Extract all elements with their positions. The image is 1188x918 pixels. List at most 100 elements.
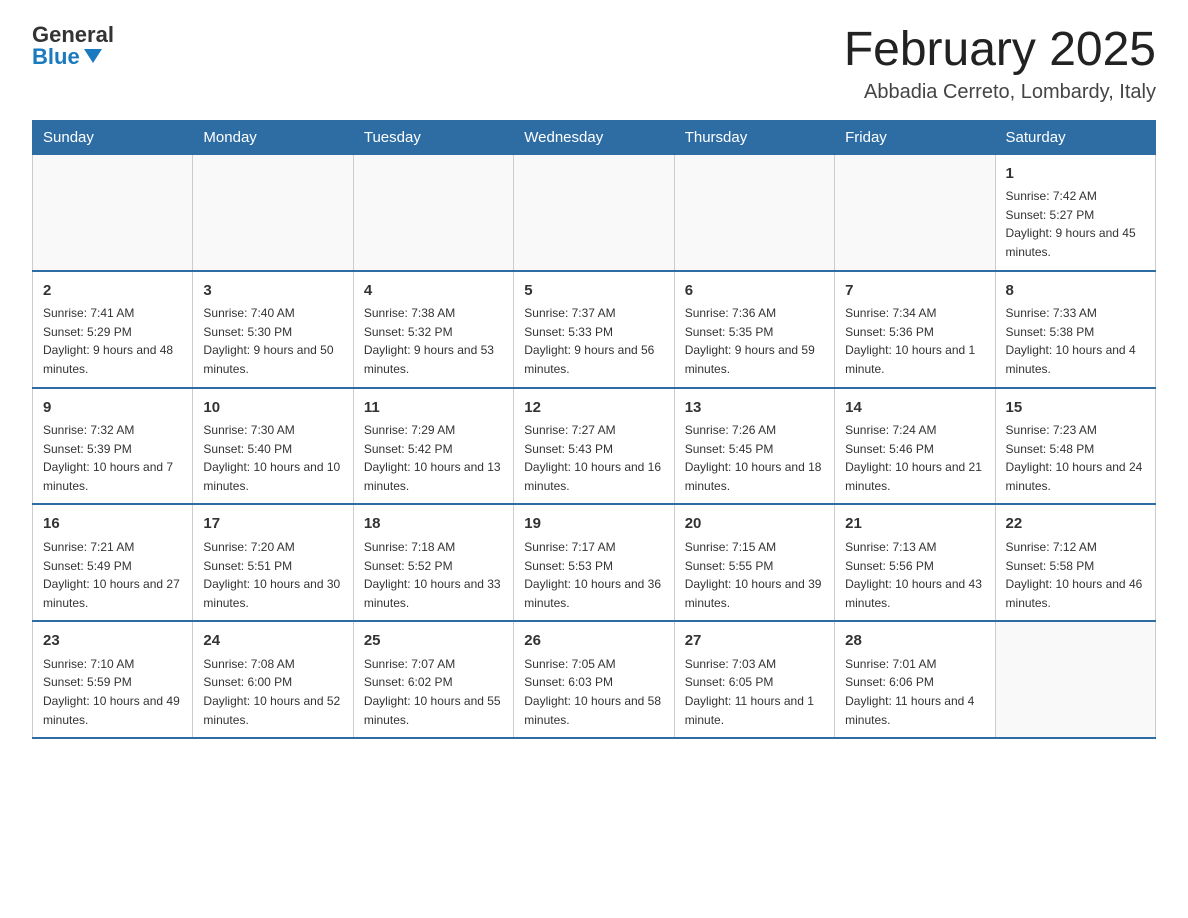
- day-cell: 11Sunrise: 7:29 AMSunset: 5:42 PMDayligh…: [353, 388, 513, 505]
- week-row-3: 16Sunrise: 7:21 AMSunset: 5:49 PMDayligh…: [33, 504, 1156, 621]
- day-cell: [353, 154, 513, 270]
- day-cell: [835, 154, 995, 270]
- month-title: February 2025: [844, 24, 1156, 77]
- day-number: 10: [203, 397, 342, 420]
- day-cell: 17Sunrise: 7:20 AMSunset: 5:51 PMDayligh…: [193, 504, 353, 621]
- col-thursday: Thursday: [674, 120, 834, 154]
- day-info: Sunrise: 7:26 AMSunset: 5:45 PMDaylight:…: [685, 421, 824, 495]
- day-number: 12: [524, 397, 663, 420]
- day-cell: [193, 154, 353, 270]
- day-info: Sunrise: 7:41 AMSunset: 5:29 PMDaylight:…: [43, 304, 182, 378]
- day-info: Sunrise: 7:42 AMSunset: 5:27 PMDaylight:…: [1006, 187, 1145, 261]
- day-cell: 20Sunrise: 7:15 AMSunset: 5:55 PMDayligh…: [674, 504, 834, 621]
- day-info: Sunrise: 7:30 AMSunset: 5:40 PMDaylight:…: [203, 421, 342, 495]
- day-info: Sunrise: 7:18 AMSunset: 5:52 PMDaylight:…: [364, 538, 503, 612]
- day-info: Sunrise: 7:37 AMSunset: 5:33 PMDaylight:…: [524, 304, 663, 378]
- day-cell: 28Sunrise: 7:01 AMSunset: 6:06 PMDayligh…: [835, 621, 995, 738]
- col-tuesday: Tuesday: [353, 120, 513, 154]
- logo-blue-text: Blue: [32, 46, 102, 68]
- day-number: 15: [1006, 397, 1145, 420]
- day-info: Sunrise: 7:32 AMSunset: 5:39 PMDaylight:…: [43, 421, 182, 495]
- day-cell: 18Sunrise: 7:18 AMSunset: 5:52 PMDayligh…: [353, 504, 513, 621]
- day-number: 27: [685, 630, 824, 653]
- day-cell: 25Sunrise: 7:07 AMSunset: 6:02 PMDayligh…: [353, 621, 513, 738]
- day-cell: 3Sunrise: 7:40 AMSunset: 5:30 PMDaylight…: [193, 271, 353, 388]
- day-info: Sunrise: 7:21 AMSunset: 5:49 PMDaylight:…: [43, 538, 182, 612]
- day-cell: 22Sunrise: 7:12 AMSunset: 5:58 PMDayligh…: [995, 504, 1155, 621]
- title-section: February 2025 Abbadia Cerreto, Lombardy,…: [844, 24, 1156, 104]
- header-row: Sunday Monday Tuesday Wednesday Thursday…: [33, 120, 1156, 154]
- week-row-2: 9Sunrise: 7:32 AMSunset: 5:39 PMDaylight…: [33, 388, 1156, 505]
- day-number: 4: [364, 280, 503, 303]
- day-number: 19: [524, 513, 663, 536]
- col-wednesday: Wednesday: [514, 120, 674, 154]
- day-number: 7: [845, 280, 984, 303]
- day-info: Sunrise: 7:10 AMSunset: 5:59 PMDaylight:…: [43, 655, 182, 729]
- week-row-0: 1Sunrise: 7:42 AMSunset: 5:27 PMDaylight…: [33, 154, 1156, 270]
- day-number: 23: [43, 630, 182, 653]
- day-info: Sunrise: 7:29 AMSunset: 5:42 PMDaylight:…: [364, 421, 503, 495]
- day-info: Sunrise: 7:05 AMSunset: 6:03 PMDaylight:…: [524, 655, 663, 729]
- logo-triangle-icon: [84, 49, 102, 63]
- col-saturday: Saturday: [995, 120, 1155, 154]
- day-info: Sunrise: 7:38 AMSunset: 5:32 PMDaylight:…: [364, 304, 503, 378]
- day-cell: 23Sunrise: 7:10 AMSunset: 5:59 PMDayligh…: [33, 621, 193, 738]
- day-number: 2: [43, 280, 182, 303]
- day-info: Sunrise: 7:36 AMSunset: 5:35 PMDaylight:…: [685, 304, 824, 378]
- day-number: 18: [364, 513, 503, 536]
- day-cell: 5Sunrise: 7:37 AMSunset: 5:33 PMDaylight…: [514, 271, 674, 388]
- day-cell: 9Sunrise: 7:32 AMSunset: 5:39 PMDaylight…: [33, 388, 193, 505]
- week-row-4: 23Sunrise: 7:10 AMSunset: 5:59 PMDayligh…: [33, 621, 1156, 738]
- day-number: 5: [524, 280, 663, 303]
- day-cell: [514, 154, 674, 270]
- calendar-table: Sunday Monday Tuesday Wednesday Thursday…: [32, 120, 1156, 739]
- day-info: Sunrise: 7:34 AMSunset: 5:36 PMDaylight:…: [845, 304, 984, 378]
- day-number: 24: [203, 630, 342, 653]
- day-cell: 21Sunrise: 7:13 AMSunset: 5:56 PMDayligh…: [835, 504, 995, 621]
- day-number: 14: [845, 397, 984, 420]
- day-cell: 13Sunrise: 7:26 AMSunset: 5:45 PMDayligh…: [674, 388, 834, 505]
- day-info: Sunrise: 7:24 AMSunset: 5:46 PMDaylight:…: [845, 421, 984, 495]
- day-number: 11: [364, 397, 503, 420]
- day-info: Sunrise: 7:07 AMSunset: 6:02 PMDaylight:…: [364, 655, 503, 729]
- col-friday: Friday: [835, 120, 995, 154]
- day-info: Sunrise: 7:33 AMSunset: 5:38 PMDaylight:…: [1006, 304, 1145, 378]
- day-cell: 6Sunrise: 7:36 AMSunset: 5:35 PMDaylight…: [674, 271, 834, 388]
- day-cell: [674, 154, 834, 270]
- page-header: General Blue February 2025 Abbadia Cerre…: [32, 24, 1156, 104]
- day-info: Sunrise: 7:20 AMSunset: 5:51 PMDaylight:…: [203, 538, 342, 612]
- day-number: 20: [685, 513, 824, 536]
- day-info: Sunrise: 7:12 AMSunset: 5:58 PMDaylight:…: [1006, 538, 1145, 612]
- day-info: Sunrise: 7:15 AMSunset: 5:55 PMDaylight:…: [685, 538, 824, 612]
- day-info: Sunrise: 7:08 AMSunset: 6:00 PMDaylight:…: [203, 655, 342, 729]
- day-info: Sunrise: 7:40 AMSunset: 5:30 PMDaylight:…: [203, 304, 342, 378]
- day-number: 21: [845, 513, 984, 536]
- day-cell: 2Sunrise: 7:41 AMSunset: 5:29 PMDaylight…: [33, 271, 193, 388]
- day-cell: 8Sunrise: 7:33 AMSunset: 5:38 PMDaylight…: [995, 271, 1155, 388]
- day-cell: 10Sunrise: 7:30 AMSunset: 5:40 PMDayligh…: [193, 388, 353, 505]
- logo: General Blue: [32, 24, 114, 68]
- day-number: 28: [845, 630, 984, 653]
- day-info: Sunrise: 7:01 AMSunset: 6:06 PMDaylight:…: [845, 655, 984, 729]
- logo-general-text: General: [32, 24, 114, 46]
- col-sunday: Sunday: [33, 120, 193, 154]
- day-cell: [995, 621, 1155, 738]
- calendar-body: 1Sunrise: 7:42 AMSunset: 5:27 PMDaylight…: [33, 154, 1156, 738]
- day-cell: 1Sunrise: 7:42 AMSunset: 5:27 PMDaylight…: [995, 154, 1155, 270]
- day-cell: 26Sunrise: 7:05 AMSunset: 6:03 PMDayligh…: [514, 621, 674, 738]
- day-cell: 7Sunrise: 7:34 AMSunset: 5:36 PMDaylight…: [835, 271, 995, 388]
- day-number: 6: [685, 280, 824, 303]
- day-cell: 4Sunrise: 7:38 AMSunset: 5:32 PMDaylight…: [353, 271, 513, 388]
- day-cell: 27Sunrise: 7:03 AMSunset: 6:05 PMDayligh…: [674, 621, 834, 738]
- day-number: 1: [1006, 163, 1145, 186]
- day-cell: 19Sunrise: 7:17 AMSunset: 5:53 PMDayligh…: [514, 504, 674, 621]
- day-info: Sunrise: 7:13 AMSunset: 5:56 PMDaylight:…: [845, 538, 984, 612]
- day-cell: 12Sunrise: 7:27 AMSunset: 5:43 PMDayligh…: [514, 388, 674, 505]
- day-number: 3: [203, 280, 342, 303]
- day-info: Sunrise: 7:23 AMSunset: 5:48 PMDaylight:…: [1006, 421, 1145, 495]
- day-info: Sunrise: 7:17 AMSunset: 5:53 PMDaylight:…: [524, 538, 663, 612]
- day-number: 13: [685, 397, 824, 420]
- day-number: 9: [43, 397, 182, 420]
- day-number: 25: [364, 630, 503, 653]
- day-cell: 14Sunrise: 7:24 AMSunset: 5:46 PMDayligh…: [835, 388, 995, 505]
